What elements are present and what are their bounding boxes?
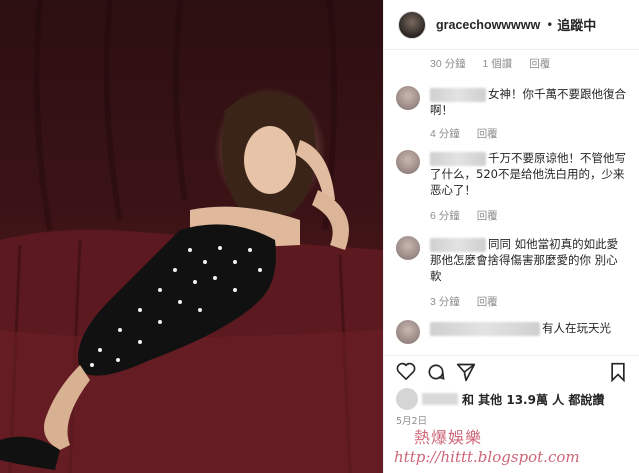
liker-avatar [396, 388, 418, 410]
share-icon[interactable] [456, 362, 476, 386]
blurred-username [430, 321, 540, 336]
comment-reply-button[interactable]: 回覆 [477, 210, 498, 222]
blurred-username [430, 87, 486, 102]
comment-meta: 30 分鐘 1 個讚 回覆 [430, 56, 564, 71]
photo-illustration [0, 0, 383, 473]
blurred-username [430, 151, 486, 166]
comment-meta: 3 分鐘 回覆 [430, 294, 512, 309]
post-photo[interactable] [0, 0, 383, 473]
post-detail-panel: gracechowwwww • 追蹤中 30 分鐘 1 個讚 回覆 女神！你千萬… [383, 0, 639, 473]
watermark-title: 熱爆娛樂 [414, 428, 483, 447]
post-action-bar [384, 355, 639, 385]
author-avatar[interactable] [398, 10, 426, 39]
likes-text: 和 其他 13.9萬 人 都說讚 [462, 392, 605, 407]
comment-likes-count[interactable]: 1 個讚 [483, 58, 513, 70]
commenter-avatar[interactable] [396, 150, 420, 174]
comment-reply-button[interactable]: 回覆 [529, 58, 550, 70]
likes-summary[interactable]: 和 其他 13.9萬 人 都說讚 [396, 388, 604, 410]
comment-body: 千万不要原谅他！不管他写了什么，520不是给他洗白用的，少来恶心了！ [430, 150, 626, 198]
watermark-url: http://hittt.blogspot.com [394, 448, 580, 466]
comment-reply-button[interactable]: 回覆 [477, 296, 498, 308]
comment-time: 3 分鐘 [430, 296, 460, 308]
comment-body: 有人在玩天光 [430, 320, 626, 336]
commenter-avatar[interactable] [396, 320, 420, 344]
post-header: gracechowwwww • 追蹤中 [384, 0, 639, 50]
blurred-liker-name [422, 393, 458, 405]
comment-body: 同同 如他當初真的如此愛 那他怎麼會捨得傷害那麼愛的你 別心軟 [430, 236, 626, 284]
blurred-username [430, 237, 486, 252]
bookmark-icon[interactable] [610, 362, 626, 386]
author-username[interactable]: gracechowwwww [436, 18, 540, 32]
comment-body: 女神！你千萬不要跟他復合啊！ [430, 86, 626, 118]
comment-meta: 4 分鐘 回覆 [430, 126, 512, 141]
commenter-avatar[interactable] [396, 236, 420, 260]
comment-text: 有人在玩天光 [542, 321, 611, 335]
comment-icon[interactable] [426, 362, 446, 386]
comment-meta: 6 分鐘 回覆 [430, 208, 512, 223]
comment-time: 6 分鐘 [430, 210, 460, 222]
commenter-avatar[interactable] [396, 86, 420, 110]
comment-reply-button[interactable]: 回覆 [477, 128, 498, 140]
following-button[interactable]: 追蹤中 [557, 15, 596, 34]
comment-time: 30 分鐘 [430, 58, 466, 70]
comment-time: 4 分鐘 [430, 128, 460, 140]
heart-icon[interactable] [396, 362, 416, 384]
header-separator: • [546, 17, 554, 32]
